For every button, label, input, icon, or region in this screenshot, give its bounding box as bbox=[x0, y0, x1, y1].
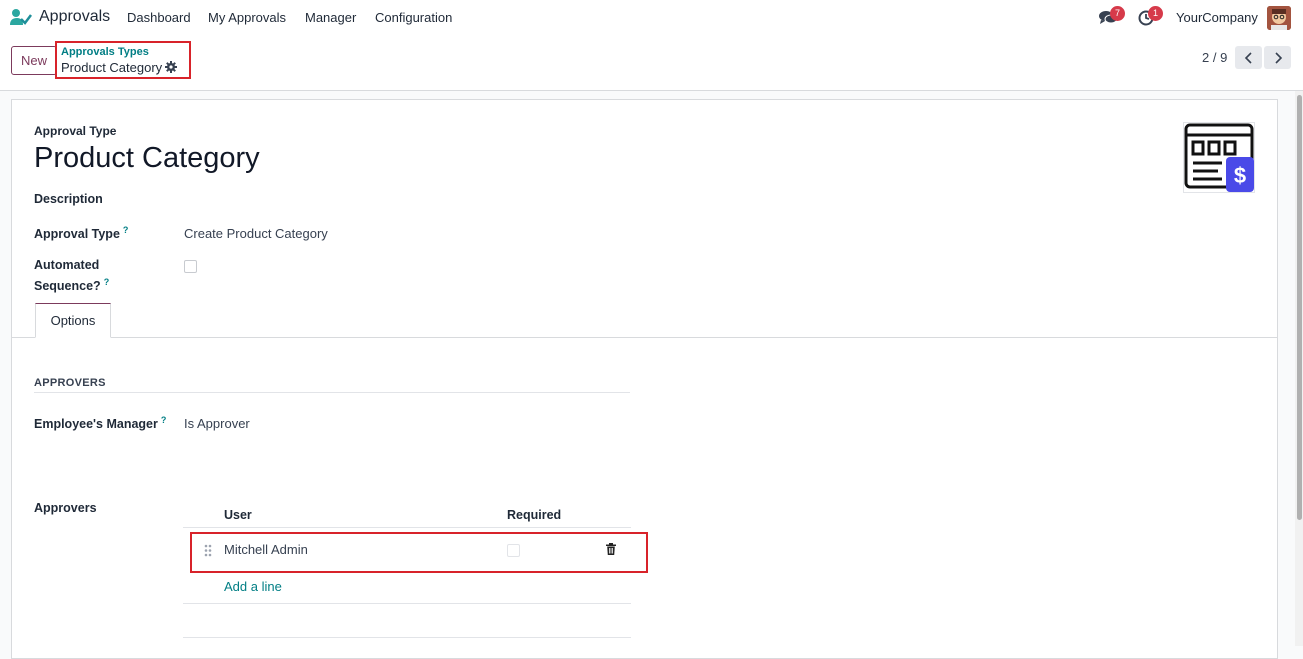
help-tooltip-icon[interactable]: ? bbox=[104, 277, 110, 287]
scrollbar-thumb[interactable] bbox=[1297, 95, 1302, 520]
employee-manager-label-text: Employee's Manager bbox=[34, 417, 158, 432]
table-footer-divider bbox=[183, 637, 631, 638]
approval-type-label: Approval Type? bbox=[34, 225, 128, 241]
activities-badge: 1 bbox=[1148, 6, 1163, 21]
gear-icon[interactable] bbox=[165, 61, 177, 73]
automated-label-line1: Automated bbox=[34, 258, 100, 272]
record-title[interactable]: Product Category bbox=[34, 142, 260, 175]
approvers-label: Approvers bbox=[34, 501, 97, 515]
pager-previous-button[interactable] bbox=[1235, 46, 1262, 69]
approval-type-caption: Approval Type bbox=[34, 124, 117, 138]
required-checkbox[interactable] bbox=[507, 544, 520, 557]
chevron-left-icon bbox=[1244, 51, 1252, 64]
messages-badge: 7 bbox=[1110, 6, 1125, 21]
employee-manager-value[interactable]: Is Approver bbox=[184, 416, 250, 431]
section-divider bbox=[34, 392, 630, 393]
approvers-section-title: APPROVERS bbox=[34, 377, 106, 389]
drag-handle-icon[interactable] bbox=[204, 544, 212, 557]
column-header-required[interactable]: Required bbox=[507, 508, 561, 522]
automated-label-line2: Sequence?? bbox=[34, 277, 109, 293]
employee-manager-label: Employee's Manager? bbox=[34, 415, 166, 431]
invoice-dollar-icon: $ bbox=[1184, 123, 1254, 192]
user-avatar[interactable] bbox=[1267, 6, 1291, 30]
automated-label-text: Sequence? bbox=[34, 279, 101, 294]
new-button[interactable]: New bbox=[11, 46, 57, 75]
breadcrumb-approvals-types[interactable]: Approvals Types bbox=[61, 46, 149, 58]
description-label: Description bbox=[34, 192, 103, 206]
tab-options[interactable]: Options bbox=[35, 303, 111, 338]
add-a-line-link[interactable]: Add a line bbox=[224, 579, 282, 594]
top-navbar: Approvals Dashboard My Approvals Manager… bbox=[0, 0, 1303, 35]
chevron-right-icon bbox=[1274, 51, 1282, 64]
approver-user-cell[interactable]: Mitchell Admin bbox=[224, 542, 308, 557]
approvals-app-icon[interactable] bbox=[10, 8, 32, 26]
help-tooltip-icon[interactable]: ? bbox=[123, 225, 129, 235]
approval-type-label-text: Approval Type bbox=[34, 227, 120, 242]
column-header-user[interactable]: User bbox=[224, 508, 252, 522]
control-panel: New Approvals Types Product Category 2 /… bbox=[0, 35, 1303, 91]
pager-next-button[interactable] bbox=[1264, 46, 1291, 69]
table-header-divider bbox=[183, 527, 631, 528]
pager-value[interactable]: 2 / 9 bbox=[1202, 50, 1227, 65]
help-tooltip-icon[interactable]: ? bbox=[161, 415, 167, 425]
breadcrumb-current: Product Category bbox=[61, 60, 163, 75]
approval-type-value[interactable]: Create Product Category bbox=[184, 226, 328, 241]
menu-configuration[interactable]: Configuration bbox=[375, 10, 452, 25]
tabs-divider bbox=[12, 337, 1277, 338]
menu-manager[interactable]: Manager bbox=[305, 10, 356, 25]
category-image[interactable]: $ bbox=[1183, 122, 1255, 193]
menu-dashboard[interactable]: Dashboard bbox=[127, 10, 191, 25]
company-switcher[interactable]: YourCompany bbox=[1176, 10, 1258, 25]
trash-icon[interactable] bbox=[606, 543, 616, 555]
app-name[interactable]: Approvals bbox=[39, 8, 110, 26]
menu-my-approvals[interactable]: My Approvals bbox=[208, 10, 286, 25]
svg-text:$: $ bbox=[1234, 163, 1246, 188]
table-bottom-divider bbox=[183, 603, 631, 604]
automated-sequence-checkbox[interactable] bbox=[184, 260, 197, 273]
form-sheet: Approval Type Product Category $ Descrip… bbox=[11, 99, 1278, 659]
